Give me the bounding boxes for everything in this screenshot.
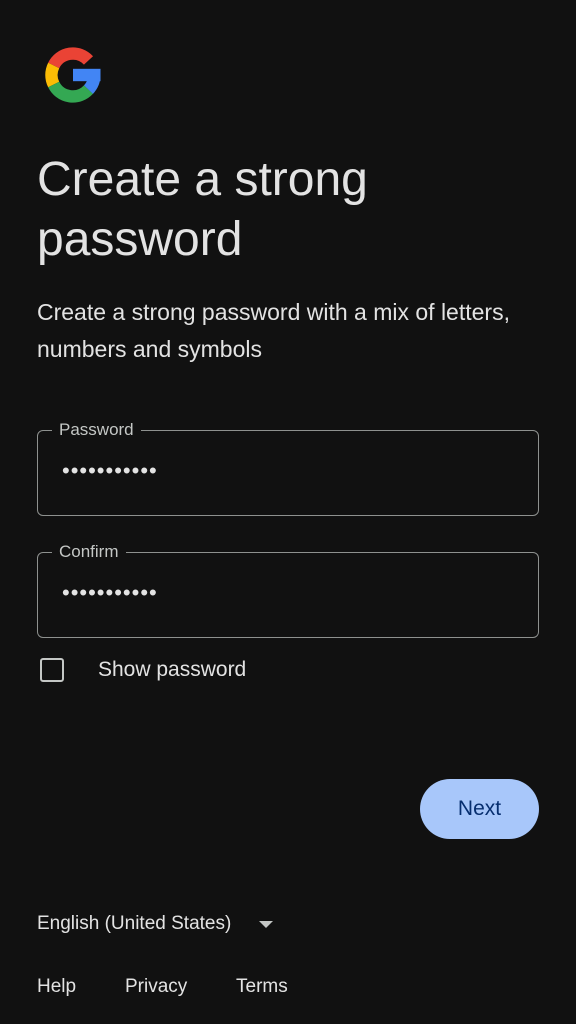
password-field-label: Password [52, 419, 141, 441]
language-label: English (United States) [37, 913, 232, 934]
show-password-label: Show password [98, 658, 247, 681]
confirm-field-value: ••••••••••• [62, 580, 158, 605]
password-field[interactable]: Password ••••••••••• [37, 419, 539, 516]
privacy-link[interactable]: Privacy [125, 976, 187, 998]
password-field-value: ••••••••••• [62, 458, 158, 483]
terms-link[interactable]: Terms [236, 976, 288, 998]
page-subtitle: Create a strong password with a mix of l… [37, 299, 510, 362]
show-password-toggle[interactable]: Show password [40, 655, 246, 685]
google-logo-icon [40, 42, 106, 108]
confirm-password-field[interactable]: Confirm ••••••••••• [37, 541, 539, 638]
page-title: Create a strong password [37, 153, 368, 266]
show-password-checkbox[interactable] [40, 658, 64, 682]
next-button[interactable]: Next [420, 779, 539, 839]
language-selector[interactable]: English (United States) [37, 913, 274, 935]
help-link[interactable]: Help [37, 976, 76, 998]
dropdown-caret-icon [259, 920, 274, 928]
confirm-field-label: Confirm [52, 541, 126, 563]
